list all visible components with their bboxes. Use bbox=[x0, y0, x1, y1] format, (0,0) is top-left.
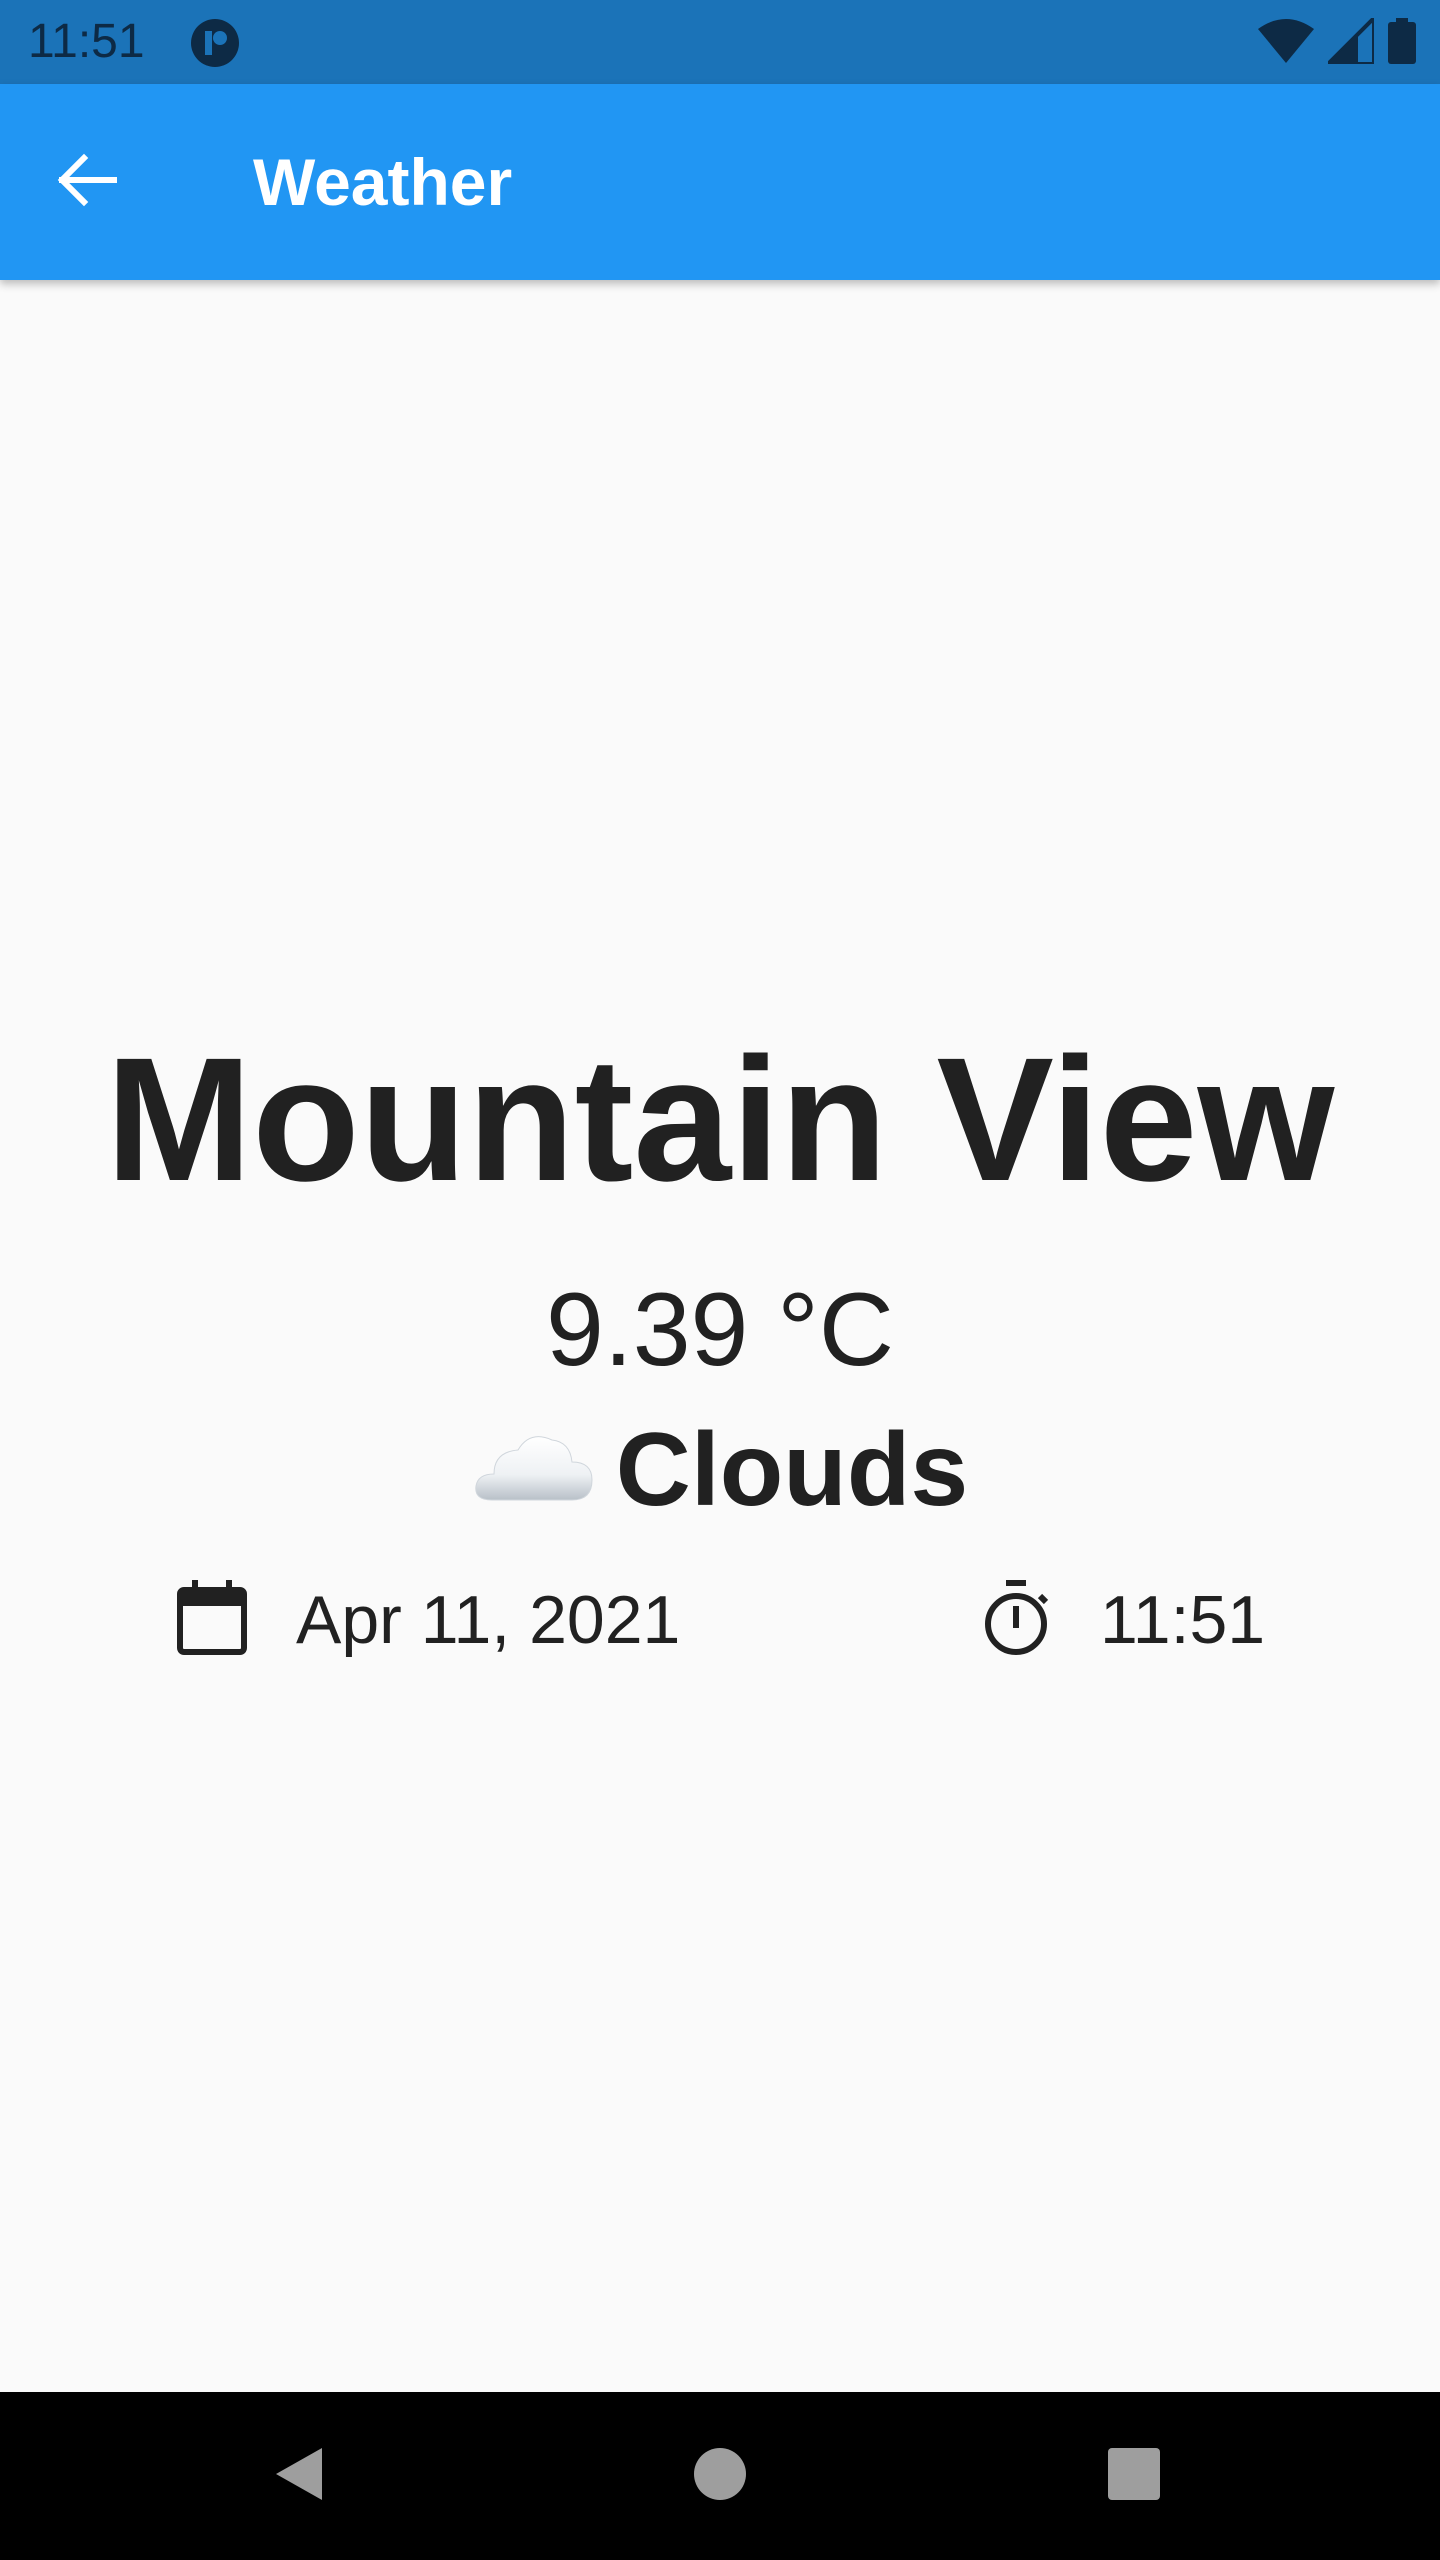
back-button[interactable] bbox=[38, 134, 134, 230]
back-triangle-icon bbox=[270, 2444, 330, 2509]
status-time: 11:51 bbox=[28, 15, 145, 68]
date-group: Apr 11, 2021 bbox=[172, 1560, 680, 1680]
date-text: Apr 11, 2021 bbox=[296, 1582, 681, 1658]
city-name: Mountain View bbox=[105, 1022, 1335, 1218]
battery-icon bbox=[1388, 17, 1416, 69]
app-title: Weather bbox=[253, 145, 513, 219]
condition-text: Clouds bbox=[615, 1412, 969, 1528]
weather-content: Mountain View 9.39 °C Clouds Apr 11, 202… bbox=[0, 280, 1440, 2390]
notification-app-icon bbox=[190, 18, 240, 68]
calendar-icon bbox=[172, 1578, 252, 1663]
weather-screen: 11:51 Weather Mountain View 9.39 °C Clou… bbox=[0, 0, 1440, 2560]
temperature: 9.39 °C bbox=[545, 1272, 894, 1388]
status-icons bbox=[1258, 12, 1416, 69]
signal-icon bbox=[1323, 12, 1376, 69]
timer-icon bbox=[976, 1578, 1056, 1663]
nav-recents-button[interactable] bbox=[1094, 2436, 1174, 2516]
navigation-bar bbox=[0, 2392, 1440, 2560]
condition-row: Clouds bbox=[0, 1410, 1440, 1530]
wifi-icon bbox=[1258, 18, 1314, 68]
home-circle-icon bbox=[690, 2444, 750, 2509]
recents-square-icon bbox=[1104, 2444, 1164, 2509]
time-group: 11:51 bbox=[976, 1560, 1265, 1680]
status-bar: 11:51 bbox=[0, 0, 1440, 84]
time-text: 11:51 bbox=[1100, 1582, 1266, 1658]
nav-home-button[interactable] bbox=[680, 2436, 760, 2516]
cloud-icon bbox=[472, 1428, 596, 1513]
app-bar: Weather bbox=[0, 84, 1440, 280]
arrow-back-icon bbox=[54, 148, 118, 217]
nav-back-button[interactable] bbox=[260, 2436, 340, 2516]
